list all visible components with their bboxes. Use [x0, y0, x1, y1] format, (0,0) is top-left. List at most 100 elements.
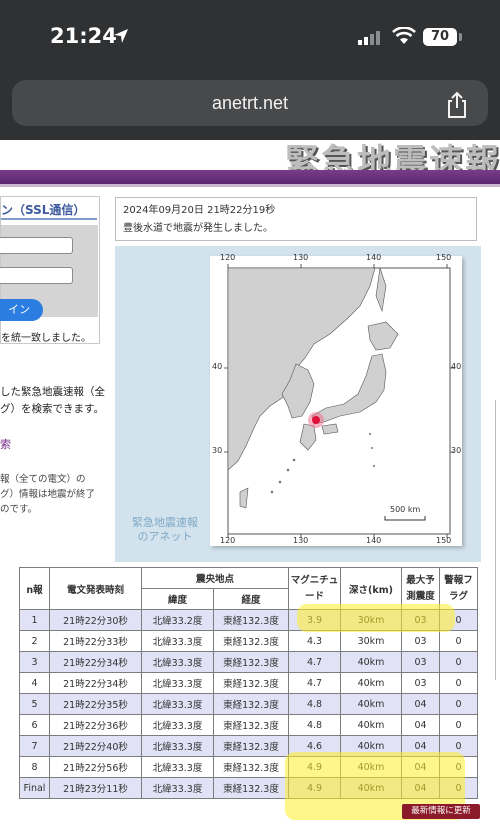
- cell-warning-flag: 0: [439, 735, 478, 757]
- web-page: 緊急地震速報 ン（SSL通信） イン を統一致しました。 した緊急地震速報（全 …: [0, 140, 500, 829]
- map-tick-label: 30: [451, 446, 462, 455]
- battery-icon: 70: [423, 28, 457, 46]
- cell-latitude: 北緯33.3度: [141, 735, 214, 757]
- header-magnitude: マグニチュード: [288, 567, 341, 610]
- table-row: 6 21時22分36秒 北緯33.3度 東経132.3度 4.8 40km 04 0: [19, 714, 478, 736]
- cell-depth: 40km: [340, 693, 402, 715]
- cell-n: 1: [19, 609, 50, 631]
- cell-latitude: 北緯33.3度: [141, 714, 214, 736]
- map-tick-label: 40: [451, 362, 462, 371]
- table-row: 3 21時22分34秒 北緯33.3度 東経132.3度 4.7 40km 03 0: [19, 651, 478, 673]
- cell-longitude: 東経132.3度: [213, 735, 289, 757]
- cell-magnitude: 4.8: [288, 714, 341, 736]
- address-bar[interactable]: anetrt.net: [12, 80, 488, 126]
- cell-n: 6: [19, 714, 50, 736]
- watermark-line: のアネット: [137, 530, 193, 543]
- header-n: n報: [19, 567, 50, 610]
- event-message: 豊後水道で地震が発生しました。: [123, 223, 273, 234]
- cell-n: 5: [19, 693, 50, 715]
- cell-depth: 40km: [340, 756, 402, 778]
- map-tick-label: 130: [293, 253, 309, 262]
- map-tick-label: 150: [436, 536, 452, 545]
- cell-latitude: 北緯33.3度: [141, 777, 214, 799]
- cell-time: 21時22分40秒: [49, 735, 142, 757]
- search-description-line: した緊急地震速報（全: [0, 386, 105, 398]
- event-datetime: 2024年09月20日 21時22分19秒: [123, 205, 276, 216]
- cell-intensity: 04: [401, 735, 440, 757]
- cell-longitude: 東経132.3度: [213, 693, 289, 715]
- login-title-underline: [1, 218, 97, 220]
- cell-magnitude: 3.9: [288, 609, 341, 631]
- scroll-track: [495, 400, 496, 680]
- login-title: ン（SSL通信）: [1, 203, 86, 217]
- map-scale-label: 500 km: [390, 505, 421, 514]
- location-arrow-icon: [114, 29, 128, 43]
- search-link[interactable]: 索: [0, 436, 11, 452]
- share-icon[interactable]: [444, 91, 470, 119]
- cell-time: 21時22分30秒: [49, 609, 142, 631]
- header-depth: 深さ(km): [340, 567, 402, 610]
- epicenter-map: 120 130 140 150 120 130 140 150 40 30 40…: [210, 253, 462, 546]
- cell-magnitude: 4.9: [288, 777, 341, 799]
- cell-longitude: 東経132.3度: [213, 714, 289, 736]
- browser-chrome: 21:24 70 anetrt.net: [0, 0, 500, 140]
- cell-time: 21時22分56秒: [49, 756, 142, 778]
- map-tick-label: 120: [220, 536, 236, 545]
- cell-intensity: 04: [401, 777, 440, 799]
- map-tick-label: 140: [366, 253, 382, 262]
- login-form: イン: [0, 225, 98, 321]
- table-row: 1 21時22分30秒 北緯33.2度 東経132.3度 3.9 30km 03 0: [19, 609, 478, 631]
- cell-longitude: 東経132.3度: [213, 651, 289, 673]
- cell-intensity: 03: [401, 672, 440, 694]
- username-field[interactable]: [0, 237, 73, 254]
- status-time: 21:24: [50, 24, 117, 48]
- watermark: 緊急地震速報 のアネット: [115, 516, 215, 544]
- cell-longitude: 東経132.3度: [213, 630, 289, 652]
- cell-warning-flag: 0: [439, 651, 478, 673]
- map-tick-label: 150: [436, 253, 452, 262]
- refresh-latest-button[interactable]: 最新情報に更新: [402, 804, 480, 819]
- cell-warning-flag: 0: [439, 630, 478, 652]
- header-epicenter: 震央地点: [141, 567, 289, 589]
- map-tick-label: 130: [293, 536, 309, 545]
- cell-time: 21時22分35秒: [49, 693, 142, 715]
- cell-depth: 40km: [340, 651, 402, 673]
- info-description-line: のです。: [0, 504, 38, 515]
- login-panel: ン（SSL通信） イン を統一致しました。: [0, 196, 100, 344]
- cell-depth: 30km: [340, 609, 402, 631]
- watermark-line: 緊急地震速報: [132, 516, 198, 529]
- cell-depth: 40km: [340, 672, 402, 694]
- header-bar-shadow: [0, 184, 500, 187]
- cell-intensity: 03: [401, 651, 440, 673]
- login-button[interactable]: イン: [0, 299, 43, 321]
- event-info-box: 2024年09月20日 21時22分19秒 豊後水道で地震が発生しました。: [115, 197, 477, 241]
- info-description: 報（全ての電文）の グ）情報は地震が終了 のです。: [0, 472, 112, 517]
- cell-longitude: 東経132.3度: [213, 672, 289, 694]
- cell-longitude: 東経132.3度: [213, 609, 289, 631]
- table-row: Final 21時23分11秒 北緯33.3度 東経132.3度 4.9 40km 04 0: [19, 777, 478, 799]
- header-warning-flag: 警報フラグ: [439, 567, 478, 610]
- info-description-line: 報（全ての電文）の: [0, 474, 86, 485]
- map-tick-label: 140: [366, 536, 382, 545]
- wifi-icon: [392, 27, 416, 44]
- cell-magnitude: 4.6: [288, 735, 341, 757]
- url-text: anetrt.net: [211, 93, 289, 113]
- cell-warning-flag: 0: [439, 714, 478, 736]
- map-tick-label: 30: [212, 446, 223, 455]
- cell-latitude: 北緯33.3度: [141, 672, 214, 694]
- cell-latitude: 北緯33.3度: [141, 651, 214, 673]
- login-note: を統一致しました。: [1, 333, 91, 344]
- info-description-line: グ）情報は地震が終了: [0, 489, 96, 500]
- table-body: 1 21時22分30秒 北緯33.2度 東経132.3度 3.9 30km 03 0 2 21時2…: [19, 609, 478, 799]
- cell-intensity: 04: [401, 693, 440, 715]
- cell-time: 21時22分34秒: [49, 672, 142, 694]
- cell-time: 21時22分36秒: [49, 714, 142, 736]
- header-bar: [0, 170, 500, 184]
- cell-time: 21時22分33秒: [49, 630, 142, 652]
- cell-n: Final: [19, 777, 50, 799]
- password-field[interactable]: [0, 267, 73, 284]
- cell-intensity: 03: [401, 630, 440, 652]
- cell-latitude: 北緯33.3度: [141, 756, 214, 778]
- table-row: 2 21時22分33秒 北緯33.3度 東経132.3度 4.3 30km 03 0: [19, 630, 478, 652]
- cell-latitude: 北緯33.3度: [141, 693, 214, 715]
